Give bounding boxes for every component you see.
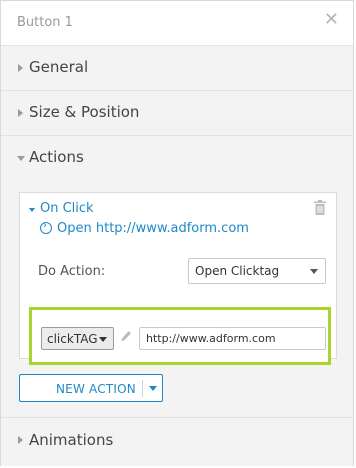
new-action-button[interactable]: NEW ACTION [19,374,163,402]
panel-header: Button 1 ✕ [1,1,353,46]
trash-icon[interactable] [314,200,326,215]
chevron-right-icon [18,436,23,444]
section-general[interactable]: General [1,46,353,91]
section-animations-label: Animations [29,431,114,449]
action-card: On Click › Open http://www.adform.com Do … [19,192,337,365]
action-summary: Open http://www.adform.com [57,221,249,236]
section-actions-label: Actions [29,148,84,166]
chevron-down-icon [310,269,318,274]
new-action-label: NEW ACTION [56,382,136,396]
chevron-down-icon [17,156,25,161]
do-action-select[interactable]: Open Clicktag [188,258,326,284]
action-summary-link[interactable]: › Open http://www.adform.com [40,220,249,236]
section-size-position[interactable]: Size & Position [1,91,353,136]
chevron-down-icon [99,337,107,342]
do-action-label: Do Action: [38,264,106,279]
panel-title: Button 1 [17,15,73,30]
chevron-right-icon [18,109,23,117]
section-general-label: General [29,58,89,76]
trigger-label[interactable]: On Click [40,201,94,216]
section-animations[interactable]: Animations [1,417,353,466]
chevron-down-icon[interactable] [29,208,35,212]
url-input[interactable] [139,327,326,350]
arrow-circle-icon: › [40,220,52,234]
chevron-down-icon[interactable] [149,386,157,391]
properties-panel: Button 1 ✕ General Size & Position Actio… [0,0,354,466]
clicktag-select[interactable]: clickTAG [41,327,114,350]
button-divider [142,380,143,397]
section-actions[interactable]: Actions [1,136,353,180]
chevron-right-icon [18,64,23,72]
do-action-value: Open Clicktag [195,264,280,278]
pencil-icon[interactable] [120,330,132,344]
close-icon[interactable]: ✕ [324,11,339,29]
section-size-position-label: Size & Position [29,103,140,121]
actions-body: On Click › Open http://www.adform.com Do … [1,180,353,416]
clicktag-value: clickTAG [47,332,98,346]
clicktag-row: clickTAG [29,307,331,365]
